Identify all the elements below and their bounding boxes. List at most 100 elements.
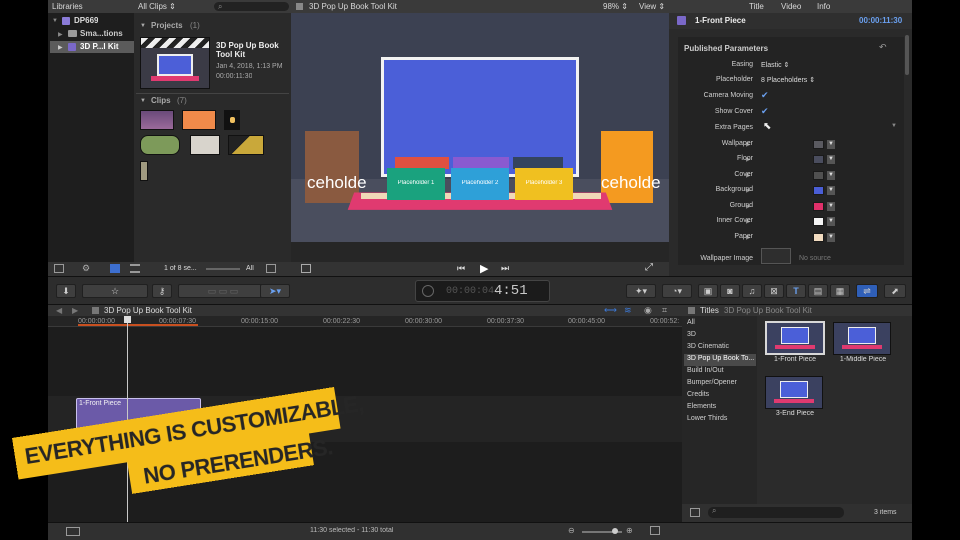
category-item[interactable]: Bumper/Opener: [687, 379, 737, 386]
previous-frame-icon[interactable]: ⏮: [457, 263, 465, 274]
clip-thumbnail[interactable]: [140, 161, 148, 181]
keyword-button[interactable]: ⚷: [152, 284, 172, 298]
category-item[interactable]: 3D: [687, 331, 696, 338]
tab-info[interactable]: Info: [817, 0, 830, 13]
clip-thumbnail[interactable]: [228, 135, 264, 155]
inspector-scrollbar[interactable]: [905, 35, 909, 75]
category-item-selected[interactable]: 3D Pop Up Book To...: [687, 355, 754, 362]
title-thumbnail-end[interactable]: [765, 376, 823, 409]
share-button[interactable]: ⬈: [884, 284, 906, 298]
zoom-dropdown[interactable]: 98% ⇕: [603, 0, 628, 13]
color-dropdown-icon[interactable]: ▼: [827, 233, 835, 242]
clip-thumbnail[interactable]: [190, 135, 220, 155]
category-item[interactable]: Credits: [687, 391, 709, 398]
clip-size-slider[interactable]: [206, 268, 240, 270]
disclosure-triangle-icon[interactable]: ▼: [52, 18, 58, 24]
event-item-selected[interactable]: ▶ 3D P...l Kit: [50, 41, 134, 53]
browser-search-field[interactable]: ⌕: [214, 2, 289, 11]
color-dropdown-icon[interactable]: ▼: [827, 217, 835, 226]
color-dropdown-icon[interactable]: ▼: [827, 171, 835, 180]
color-dropdown-icon[interactable]: ▼: [827, 155, 835, 164]
camera-moving-checkbox[interactable]: ✔: [761, 90, 769, 101]
easing-popup[interactable]: Elastic ⇕: [761, 61, 789, 69]
chevron-down-icon[interactable]: ▼: [891, 123, 897, 129]
inspector-toggle-button[interactable]: ⇌: [856, 284, 878, 298]
reset-icon[interactable]: ↶: [879, 42, 887, 53]
category-item[interactable]: Build In/Out: [687, 367, 724, 374]
duration-filter[interactable]: All: [246, 265, 254, 272]
color-well[interactable]: [813, 140, 824, 149]
event-item[interactable]: ▶ Sma...tions: [58, 29, 132, 39]
themes-button[interactable]: ▦: [830, 284, 850, 298]
library-toggle-icon[interactable]: [54, 264, 64, 273]
disclosure-triangle-icon[interactable]: ▶: [58, 44, 63, 51]
color-well[interactable]: [813, 171, 824, 180]
viewer-canvas[interactable]: ceholde ceholde Placeholder 1 Placeholde…: [291, 13, 669, 242]
dashboard-timecode[interactable]: 00:00:04: 4:51: [415, 280, 550, 302]
next-frame-icon[interactable]: ⏭: [501, 263, 509, 274]
color-well[interactable]: [813, 202, 824, 211]
zoom-out-icon[interactable]: ⊖: [568, 526, 575, 535]
audio-waveform-toggle-icon[interactable]: [266, 264, 276, 273]
title-thumbnail-middle[interactable]: [833, 322, 891, 355]
tab-video[interactable]: Video: [781, 0, 801, 13]
keyword-favorite-buttons[interactable]: ☆: [82, 284, 148, 298]
playhead-handle[interactable]: [124, 316, 131, 323]
clip-thumbnail[interactable]: [140, 135, 180, 155]
filmstrip-view-icon[interactable]: [110, 264, 120, 273]
title-thumbnail-front[interactable]: [765, 321, 825, 355]
select-tool-button[interactable]: ➤▾: [260, 284, 290, 298]
view-dropdown[interactable]: View ⇕: [639, 0, 665, 13]
audio-skimming-icon[interactable]: ≋: [624, 305, 632, 316]
generators-button[interactable]: ▤: [808, 284, 828, 298]
category-item[interactable]: Lower Thirds: [687, 415, 727, 422]
skimming-icon[interactable]: ⟷: [604, 305, 617, 316]
music-button[interactable]: ♫: [742, 284, 762, 298]
show-cover-checkbox[interactable]: ✔: [761, 106, 769, 117]
tab-title[interactable]: Title: [749, 0, 764, 13]
zoom-in-icon[interactable]: ⊕: [626, 526, 633, 535]
disclosure-triangle-icon[interactable]: ▼: [140, 98, 146, 104]
color-well[interactable]: [813, 217, 824, 226]
fullscreen-icon[interactable]: ⤢: [645, 262, 653, 273]
placeholder-popup[interactable]: 8 Placeholders ⇕: [761, 76, 815, 84]
disclosure-triangle-icon[interactable]: ▼: [140, 23, 146, 29]
category-item[interactable]: All: [687, 319, 695, 326]
titles-search-field[interactable]: ⌕: [708, 506, 844, 518]
timeline-index-icon[interactable]: [66, 527, 80, 536]
color-dropdown-icon[interactable]: ▼: [827, 186, 835, 195]
solo-icon[interactable]: ◉: [644, 305, 652, 316]
camera-button[interactable]: ◙: [720, 284, 740, 298]
color-well[interactable]: [813, 186, 824, 195]
transitions-button[interactable]: ⊠: [764, 284, 784, 298]
color-dropdown-icon[interactable]: ▼: [827, 140, 835, 149]
edit-buttons[interactable]: ▭ ▭ ▭: [178, 284, 268, 298]
back-arrow-icon[interactable]: ◀: [56, 306, 62, 315]
clip-appearance-icon[interactable]: [650, 526, 660, 535]
image-well[interactable]: [761, 248, 791, 264]
clip-thumbnail[interactable]: [140, 110, 174, 130]
retime-button[interactable]: ◔▾: [662, 284, 692, 298]
snapping-icon[interactable]: ⌗: [662, 305, 667, 316]
clip-thumbnail[interactable]: [182, 110, 216, 130]
category-item[interactable]: Elements: [687, 403, 716, 410]
category-item[interactable]: 3D Cinematic: [687, 343, 729, 350]
play-icon[interactable]: ▶: [480, 262, 488, 275]
media-browser-button[interactable]: ▣: [698, 284, 718, 298]
project-thumbnail[interactable]: [140, 37, 210, 89]
color-well[interactable]: [813, 155, 824, 164]
transform-icon[interactable]: [301, 264, 311, 273]
gear-icon[interactable]: ⚙: [82, 263, 90, 274]
sidebar-toggle-icon[interactable]: [690, 508, 700, 517]
color-dropdown-icon[interactable]: ▼: [827, 202, 835, 211]
list-view-icon[interactable]: [130, 264, 140, 273]
disclosure-triangle-icon[interactable]: ▶: [58, 31, 63, 38]
library-item[interactable]: ▼ DP669: [52, 16, 132, 26]
titles-button[interactable]: T: [786, 284, 806, 298]
enhancements-button[interactable]: ✦▾: [626, 284, 656, 298]
color-well[interactable]: [813, 233, 824, 242]
import-button[interactable]: ⬇: [56, 284, 76, 298]
forward-arrow-icon[interactable]: ▶: [72, 306, 78, 315]
clips-filter-dropdown[interactable]: All Clips ⇕: [138, 0, 176, 13]
zoom-slider-knob[interactable]: [612, 528, 618, 534]
